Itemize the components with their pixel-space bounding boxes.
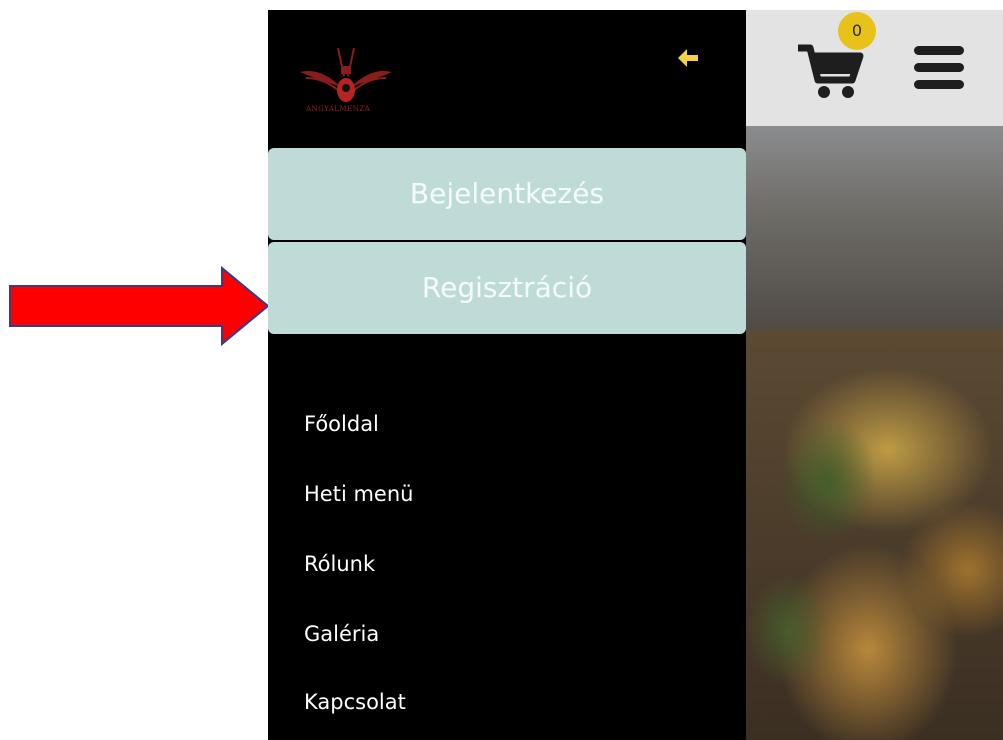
nav-item-contact[interactable]: Kapcsolat [304, 690, 406, 714]
register-button[interactable]: Regisztráció [268, 242, 746, 334]
login-button[interactable]: Bejelentkezés [268, 148, 746, 240]
nav-item-weekly-menu[interactable]: Heti menü [304, 482, 413, 506]
drawer-header: ANGYALMENZA [268, 10, 746, 146]
annotation-arrow [9, 266, 270, 346]
arrow-left-icon[interactable] [676, 46, 700, 70]
side-drawer: ANGYALMENZA Bejelentkezés Regisztráció F… [268, 10, 746, 740]
nav-item-home[interactable]: Főoldal [304, 412, 379, 436]
hamburger-menu-icon[interactable] [914, 46, 964, 90]
brand-logo-text: ANGYALMENZA [306, 105, 371, 113]
nav-item-gallery[interactable]: Galéria [304, 622, 379, 646]
nav-item-about[interactable]: Rólunk [304, 552, 375, 576]
cart-count-badge: 0 [838, 12, 876, 50]
